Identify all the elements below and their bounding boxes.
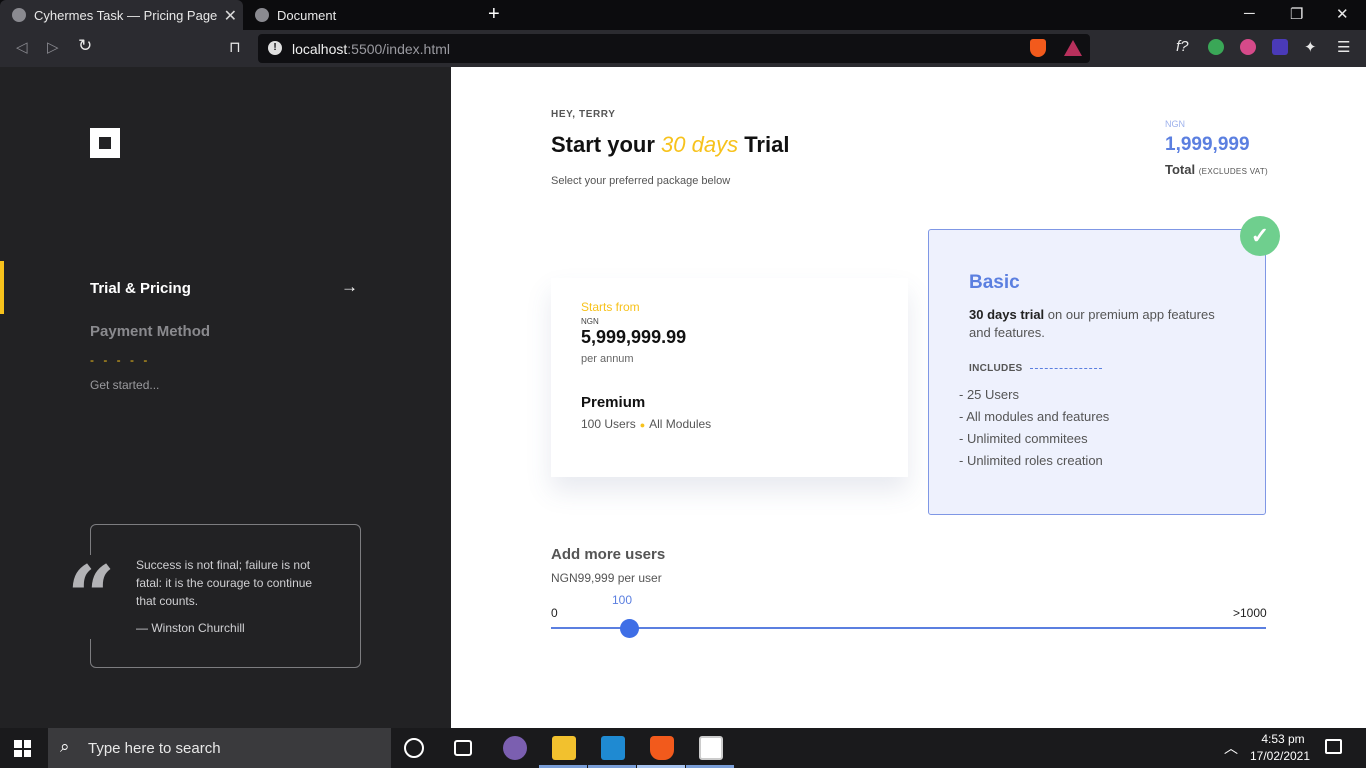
premium-plan-card[interactable]: Starts from NGN 5,999,999.99 per annum P… xyxy=(551,278,908,477)
total-currency: NGN xyxy=(1165,119,1185,129)
tab-title: Document xyxy=(277,7,337,23)
notification-icon[interactable] xyxy=(1325,739,1342,754)
basic-plan-name: Basic xyxy=(969,272,1020,293)
quote-author: — Winston Churchill xyxy=(136,621,245,635)
browser-toolbar: ◁ ▷ ↻ ⊓ ! localhost:5500/index.html f? ✦… xyxy=(0,30,1366,67)
total-label: Total (EXCLUDES VAT) xyxy=(1165,162,1268,177)
info-icon[interactable]: ! xyxy=(268,41,282,55)
quote-box: “ Success is not final; failure is not f… xyxy=(65,524,361,668)
page-subtitle: Select your preferred package below xyxy=(551,175,731,187)
taskbar-search-input[interactable]: ⌕ Type here to search xyxy=(48,728,391,768)
step-dashes: - - - - - xyxy=(90,353,151,367)
quote-text: Success is not final; failure is not fat… xyxy=(136,558,313,608)
reload-icon[interactable]: ↻ xyxy=(78,36,92,56)
total-amount: 1,999,999 xyxy=(1165,134,1250,155)
users-slider-track[interactable] xyxy=(551,627,1266,629)
brave-browser-icon[interactable] xyxy=(650,736,674,760)
list-item: - 25 Users xyxy=(959,387,1019,402)
basic-plan-description: 30 days trial on our premium app feature… xyxy=(969,307,1215,340)
users-slider-thumb[interactable] xyxy=(620,619,639,638)
sidebar: Trial & Pricing → Payment Method - - - -… xyxy=(0,67,451,728)
vscode-icon[interactable] xyxy=(601,736,625,760)
includes-label: INCLUDES xyxy=(969,363,1023,374)
clock-date[interactable]: 17/02/2021 xyxy=(1247,749,1313,763)
list-item: - All modules and features xyxy=(959,409,1110,424)
arrow-right-icon: → xyxy=(341,277,358,296)
globe-icon xyxy=(255,8,269,22)
add-users-title: Add more users xyxy=(551,546,666,563)
brave-shields-icon[interactable] xyxy=(1030,39,1046,57)
dot-separator: ● xyxy=(639,420,646,430)
back-icon[interactable]: ◁ xyxy=(16,38,28,56)
search-placeholder: Type here to search xyxy=(88,740,221,757)
get-started-text: Get started... xyxy=(90,378,160,392)
list-item: - Unlimited roles creation xyxy=(959,453,1103,468)
active-step-indicator xyxy=(0,261,4,314)
cortana-icon[interactable] xyxy=(404,738,424,758)
premium-price: 5,999,999.99 xyxy=(581,327,687,347)
photos-icon[interactable] xyxy=(699,736,723,760)
clock-time[interactable]: 4:53 pm xyxy=(1253,732,1313,746)
greeting: HEY, TERRY xyxy=(551,109,616,120)
menu-icon[interactable]: ☰ xyxy=(1337,38,1350,56)
url-text: localhost:5500/index.html xyxy=(292,41,450,57)
slider-max-label: >1000 xyxy=(1233,606,1267,620)
close-tab-icon[interactable]: ✕ xyxy=(224,6,237,26)
task-view-icon[interactable] xyxy=(454,740,472,756)
premium-currency: NGN xyxy=(581,317,599,326)
file-explorer-icon[interactable] xyxy=(552,736,576,760)
page-title: Start your 30 days Trial xyxy=(551,132,790,157)
minimize-icon[interactable]: ─ xyxy=(1244,5,1255,22)
check-icon: ✓ xyxy=(1240,216,1280,256)
bookmark-icon[interactable]: ⊓ xyxy=(229,38,241,56)
main-content: HEY, TERRY Start your 30 days Trial Sele… xyxy=(451,67,1366,728)
windows-start-icon[interactable] xyxy=(14,740,31,757)
extensions-puzzle-icon[interactable]: ✦ xyxy=(1304,38,1317,56)
premium-period: per annum xyxy=(581,353,634,365)
slider-min-label: 0 xyxy=(551,606,558,620)
per-user-price: NGN99,999 per user xyxy=(551,571,662,585)
close-window-icon[interactable]: ✕ xyxy=(1336,5,1349,23)
restore-icon[interactable]: ❐ xyxy=(1290,5,1303,23)
vat-note: (EXCLUDES VAT) xyxy=(1198,167,1268,176)
windows-taskbar: ⌕ Type here to search ︿ 4:53 pm 17/02/20… xyxy=(0,728,1366,768)
font-extension-icon[interactable]: f? xyxy=(1176,38,1189,55)
step-payment-method[interactable]: Payment Method xyxy=(90,323,210,340)
browser-tab-bar: Cyhermes Task — Pricing Page ✕ Document … xyxy=(0,0,1366,30)
extension-green-icon[interactable] xyxy=(1208,39,1224,55)
search-icon: ⌕ xyxy=(60,737,70,756)
extension-color-icon[interactable] xyxy=(1240,39,1256,55)
slider-value-label: 100 xyxy=(612,593,633,607)
new-tab-button[interactable]: + xyxy=(488,3,500,26)
address-bar[interactable]: ! localhost:5500/index.html xyxy=(258,34,1090,63)
step-trial-pricing[interactable]: Trial & Pricing xyxy=(90,280,191,297)
tab-pricing-page[interactable]: Cyhermes Task — Pricing Page ✕ xyxy=(0,0,243,30)
globe-icon xyxy=(12,8,26,22)
tab-title: Cyhermes Task — Pricing Page xyxy=(34,7,218,23)
list-item: - Unlimited commitees xyxy=(959,431,1088,446)
tab-document[interactable]: Document xyxy=(243,0,483,30)
premium-plan-meta: 100 Users ● All Modules xyxy=(581,417,712,431)
basic-feature-list: - 25 Users - All modules and features - … xyxy=(959,384,1109,472)
headline-highlight: 30 days xyxy=(661,132,739,157)
includes-divider xyxy=(1030,368,1102,369)
chevron-up-icon[interactable]: ︿ xyxy=(1224,738,1238,758)
logo xyxy=(90,128,120,158)
premium-plan-name: Premium xyxy=(581,394,646,411)
download-extension-icon[interactable] xyxy=(1272,39,1288,55)
github-desktop-icon[interactable] xyxy=(503,736,527,760)
quote-mark-icon: “ xyxy=(65,547,118,646)
basic-plan-card[interactable]: ✓ Basic 30 days trial on our premium app… xyxy=(928,216,1280,515)
forward-icon[interactable]: ▷ xyxy=(47,38,59,56)
starts-from-label: Starts from xyxy=(581,300,640,314)
brave-rewards-icon[interactable] xyxy=(1064,40,1082,56)
